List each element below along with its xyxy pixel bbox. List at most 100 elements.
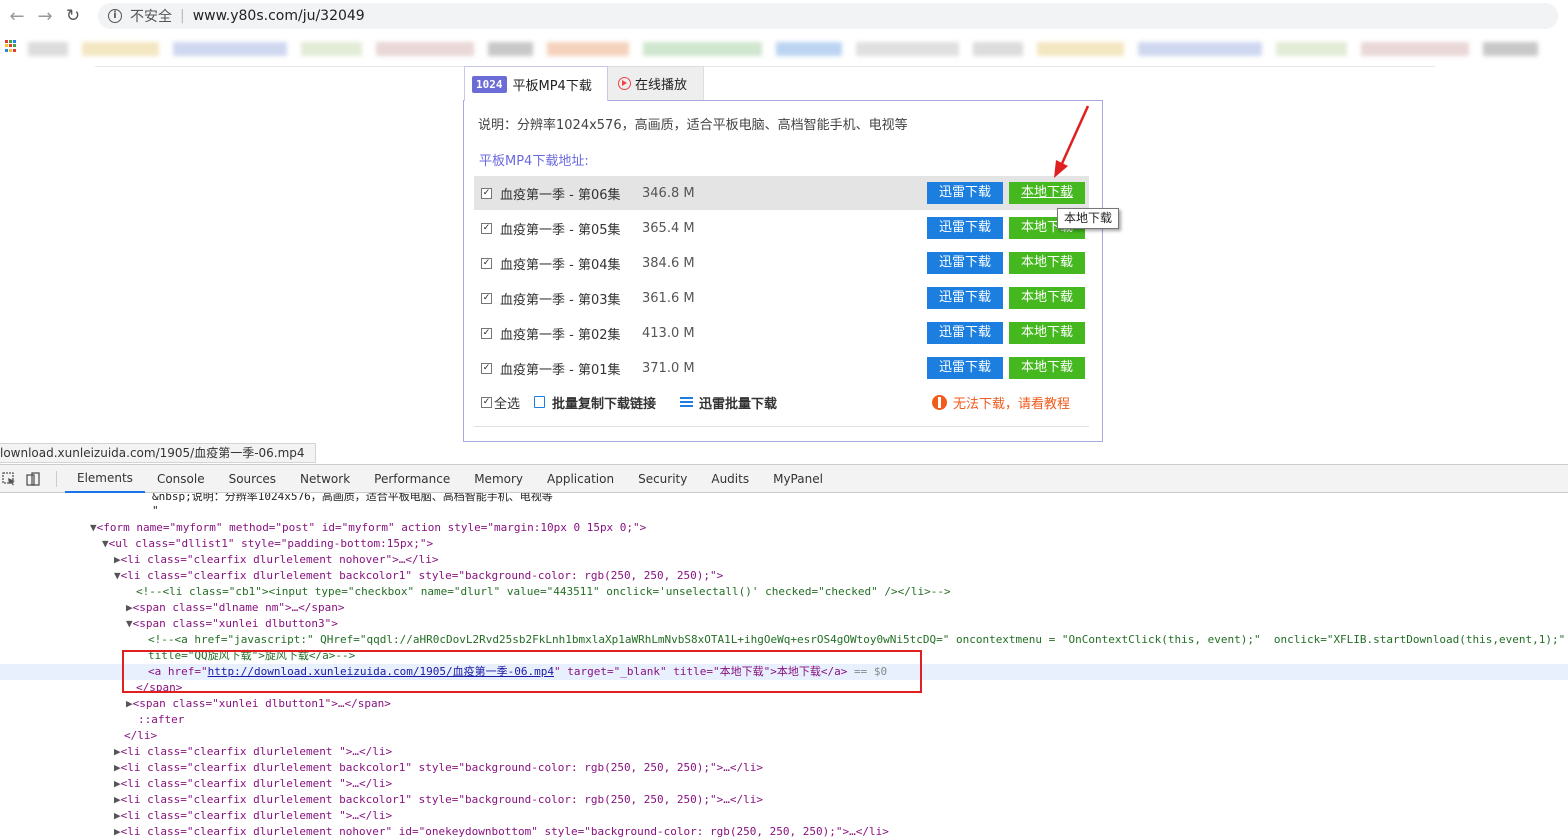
tab-mp4-download[interactable]: 1024 平板MP4下载: [464, 66, 608, 101]
bookmark-item[interactable]: [1138, 42, 1262, 56]
dom-node-li[interactable]: ▶<li class="clearfix dlurlelement backco…: [0, 760, 1568, 776]
dom-node-li[interactable]: ▶<li class="clearfix dlurlelement ">…</l…: [0, 744, 1568, 760]
dom-comment[interactable]: <!--<li class="cb1"><input type="checkbo…: [0, 584, 1568, 600]
bookmark-item[interactable]: [28, 42, 68, 56]
bookmark-item[interactable]: [376, 42, 474, 56]
dom-node-span[interactable]: ▶<span class="dlname nm">…</span>: [0, 600, 1568, 616]
dom-text-node[interactable]: ": [0, 503, 1568, 519]
dom-node-li[interactable]: ▶<li class="clearfix dlurlelement ">…</l…: [0, 808, 1568, 824]
dom-node-ul[interactable]: ▼<ul class="dllist1" style="padding-bott…: [0, 536, 1568, 552]
blurred-bookmarks[interactable]: [28, 40, 1568, 58]
copy-icon: [534, 396, 546, 408]
bookmark-item[interactable]: [856, 42, 959, 56]
dom-node-li[interactable]: ▶<li class="clearfix dlurlelement nohove…: [0, 552, 1568, 568]
episode-name[interactable]: 血疫第一季 - 第05集: [500, 219, 642, 238]
episode-row: ✓ 血疫第一季 - 第02集 413.0 M 迅雷下载 本地下载: [474, 316, 1089, 350]
dom-node-li[interactable]: ▶<li class="clearfix dlurlelement backco…: [0, 792, 1568, 808]
bookmark-item[interactable]: [973, 42, 1023, 56]
tab-security[interactable]: Security: [626, 465, 699, 493]
download-panel: 说明：分辨率1024x576，高画质，适合平板电脑、高档智能手机、电视等 平板M…: [463, 100, 1103, 442]
bookmark-item[interactable]: [1483, 42, 1538, 56]
dom-node-li[interactable]: ▶<li class="clearfix dlurlelement ">…</l…: [0, 776, 1568, 792]
xunlei-download-button[interactable]: 迅雷下载: [927, 322, 1003, 344]
tab-sources[interactable]: Sources: [217, 465, 288, 493]
device-toolbar-icon[interactable]: [26, 471, 40, 486]
episode-size: 361.6 M: [642, 290, 695, 306]
bookmark-item[interactable]: [776, 42, 842, 56]
bookmark-item[interactable]: [1037, 42, 1124, 56]
forward-icon[interactable]: →: [34, 5, 56, 27]
tab-audits[interactable]: Audits: [699, 465, 761, 493]
xunlei-download-button[interactable]: 迅雷下载: [927, 217, 1003, 239]
batch-xunlei-button[interactable]: 迅雷批量下载: [680, 393, 777, 412]
local-download-button[interactable]: 本地下载: [1009, 252, 1085, 274]
tab-memory[interactable]: Memory: [462, 465, 535, 493]
local-download-button[interactable]: 本地下载: [1009, 182, 1085, 204]
url-separator: |: [180, 8, 185, 24]
bookmark-item[interactable]: [488, 42, 533, 56]
bookmark-item[interactable]: [82, 42, 159, 56]
episode-size: 413.0 M: [642, 325, 695, 341]
select-all-checkbox[interactable]: ✓: [481, 396, 492, 408]
xunlei-download-button[interactable]: 迅雷下载: [927, 182, 1003, 204]
tab-mypanel[interactable]: MyPanel: [761, 465, 835, 493]
dom-comment[interactable]: <!--<a href="javascript:" QHref="qqdl://…: [0, 632, 1568, 648]
xunlei-download-button[interactable]: 迅雷下载: [927, 357, 1003, 379]
annotation-arrow-icon: [1054, 105, 1090, 178]
episode-name[interactable]: 血疫第一季 - 第06集: [500, 184, 642, 203]
episode-checkbox[interactable]: ✓: [481, 327, 492, 339]
panel-description: 说明：分辨率1024x576，高画质，适合平板电脑、高档智能手机、电视等: [478, 118, 908, 133]
bookmark-item[interactable]: [173, 42, 287, 56]
episode-checkbox[interactable]: ✓: [481, 362, 492, 374]
dom-close-li[interactable]: </li>: [0, 728, 1568, 744]
local-download-button[interactable]: 本地下载: [1009, 357, 1085, 379]
bookmark-item[interactable]: [547, 42, 629, 56]
episode-name[interactable]: 血疫第一季 - 第04集: [500, 254, 642, 273]
tab-online-play[interactable]: 在线播放: [608, 66, 704, 100]
help-tutorial-label: 无法下载，请看教程: [953, 397, 1071, 412]
episode-name[interactable]: 血疫第一季 - 第03集: [500, 289, 642, 308]
episode-row: ✓ 血疫第一季 - 第01集 371.0 M 迅雷下载 本地下载: [474, 351, 1089, 385]
tab-network[interactable]: Network: [288, 465, 362, 493]
copy-links-button[interactable]: 批量复制下载链接: [534, 393, 656, 412]
episode-name[interactable]: 血疫第一季 - 第02集: [500, 324, 642, 343]
dom-node-form[interactable]: ▼<form name="myform" method="post" id="m…: [0, 520, 1568, 536]
dom-node-li[interactable]: ▼<li class="clearfix dlurlelement backco…: [0, 568, 1568, 584]
tab-application[interactable]: Application: [535, 465, 626, 493]
tab-elements[interactable]: Elements: [65, 465, 145, 493]
warning-icon: [932, 395, 947, 410]
dom-node-li[interactable]: ▶<li class="clearfix dlurlelement nohove…: [0, 824, 1568, 840]
bookmark-item[interactable]: [301, 42, 362, 56]
episode-checkbox[interactable]: ✓: [481, 257, 492, 269]
episode-checkbox[interactable]: ✓: [481, 187, 492, 199]
play-icon: [618, 77, 631, 90]
tab-console[interactable]: Console: [145, 465, 217, 493]
batch-actions-row: ✓ 全选 批量复制下载链接 迅雷批量下载 无法下载，请看教程: [474, 385, 1089, 419]
bookmark-item[interactable]: [1276, 42, 1347, 56]
url-input[interactable]: i 不安全 | www.y80s.com/ju/32049: [98, 3, 1558, 29]
tab-online-label: 在线播放: [635, 78, 688, 93]
reload-icon[interactable]: ↻: [62, 5, 84, 27]
episode-name[interactable]: 血疫第一季 - 第01集: [500, 359, 642, 378]
episode-checkbox[interactable]: ✓: [481, 292, 492, 304]
local-download-button[interactable]: 本地下载: [1009, 322, 1085, 344]
bookmark-item[interactable]: [1361, 42, 1469, 56]
back-icon[interactable]: ←: [6, 5, 28, 27]
list-icon: [680, 397, 694, 407]
dom-node-span[interactable]: ▶<span class="xunlei dlbutton1">…</span>: [0, 696, 1568, 712]
info-icon[interactable]: i: [108, 9, 122, 23]
dom-node-span[interactable]: ▼<span class="xunlei dlbutton3">: [0, 616, 1568, 632]
episode-checkbox[interactable]: ✓: [481, 222, 492, 234]
local-download-button[interactable]: 本地下载: [1009, 287, 1085, 309]
xunlei-download-button[interactable]: 迅雷下载: [927, 252, 1003, 274]
help-tutorial-link[interactable]: 无法下载，请看教程: [932, 393, 1070, 412]
episode-row: ✓ 血疫第一季 - 第03集 361.6 M 迅雷下载 本地下载: [474, 281, 1089, 315]
bookmark-item[interactable]: [643, 42, 762, 56]
xunlei-download-button[interactable]: 迅雷下载: [927, 287, 1003, 309]
select-all[interactable]: ✓ 全选: [481, 393, 520, 412]
local-download-tooltip: 本地下载: [1057, 208, 1120, 229]
tab-performance[interactable]: Performance: [362, 465, 462, 493]
dom-pseudo-after[interactable]: ::after: [0, 712, 1568, 728]
apps-icon[interactable]: [5, 40, 17, 52]
inspect-element-icon[interactable]: [2, 471, 16, 486]
